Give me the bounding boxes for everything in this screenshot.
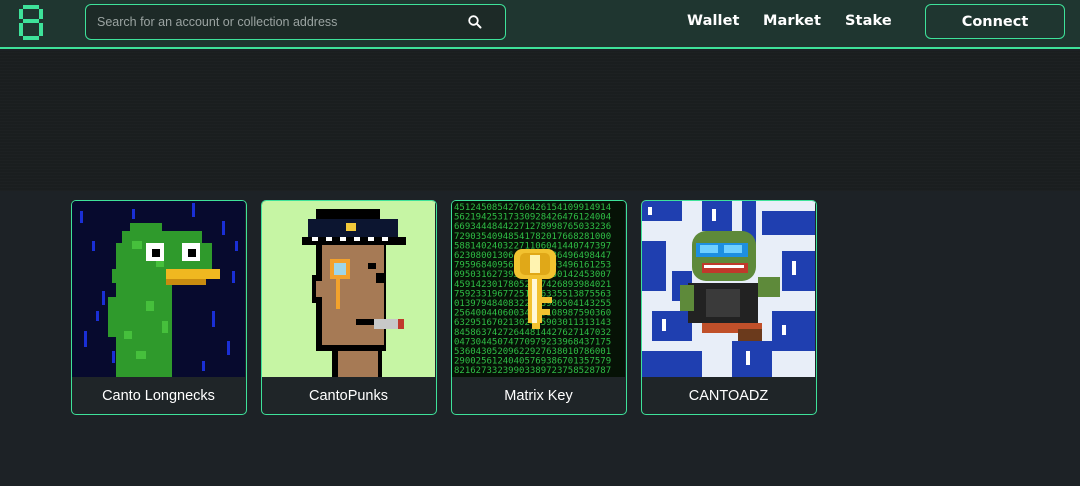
logo-icon[interactable] — [18, 5, 44, 41]
matrix-digits-decoration: 53604305209622927638010786001 — [454, 347, 611, 357]
search-box[interactable] — [85, 4, 506, 40]
collection-image-toad[interactable] — [642, 201, 815, 377]
nav-link-stake[interactable]: Stake — [845, 13, 892, 29]
search-icon[interactable] — [467, 14, 483, 30]
collection-image-longneck-duck[interactable] — [72, 201, 245, 377]
collection-title[interactable]: Canto Longnecks — [72, 377, 245, 414]
matrix-digits-decoration: 72903540948541782017668281000 — [454, 232, 611, 242]
matrix-digits-decoration: 29002561240405769386701357579 — [454, 357, 611, 367]
collection-title[interactable]: CANTOADZ — [642, 377, 815, 414]
collection-card-cantopunks[interactable]: CantoPunks — [261, 200, 437, 415]
collection-card-matrix-key[interactable]: 45124508542760426154109914914 56219425317… — [451, 200, 627, 415]
nav-link-wallet[interactable]: Wallet — [687, 13, 740, 29]
search-input[interactable] — [97, 5, 457, 38]
collection-card-cantoadz[interactable]: CANTOADZ — [641, 200, 817, 415]
matrix-digits-decoration: 45124508542760426154109914914 — [454, 203, 611, 213]
top-nav-bar: Wallet Market Stake Connect — [0, 0, 1080, 49]
matrix-digits-decoration: 56219425317330928426476124004 — [454, 213, 611, 223]
nav-link-market[interactable]: Market — [763, 13, 821, 29]
collection-image-matrix-key[interactable]: 45124508542760426154109914914 56219425317… — [452, 201, 625, 377]
matrix-digits-decoration: 84586374272644814427627147032 — [454, 328, 611, 338]
collection-image-punk[interactable] — [262, 201, 435, 377]
hero-banner — [0, 51, 1080, 191]
collection-title[interactable]: Matrix Key — [452, 377, 625, 414]
matrix-digits-decoration: 04730445074770979233968437175 — [454, 337, 611, 347]
collection-card-canto-longnecks[interactable]: Canto Longnecks — [71, 200, 247, 415]
matrix-digits-decoration: 82162733239903389723758528787 — [454, 366, 611, 376]
collection-grid: Canto Longnecks CantoPunks 4512450854276… — [0, 191, 1080, 486]
collection-title[interactable]: CantoPunks — [262, 377, 435, 414]
connect-wallet-button[interactable]: Connect — [925, 4, 1065, 39]
matrix-digits-decoration: 66934448442271278998765033236 — [454, 222, 611, 232]
